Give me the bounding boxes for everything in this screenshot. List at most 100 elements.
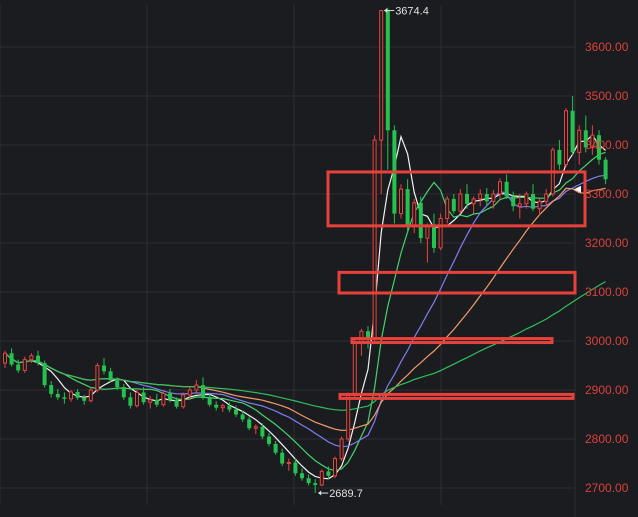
candle-body bbox=[385, 10, 390, 131]
candle-body bbox=[418, 202, 423, 239]
candle-body bbox=[168, 393, 172, 400]
annotation-high-label: 3674.4 bbox=[395, 6, 429, 18]
candle-body bbox=[432, 225, 436, 248]
candle[interactable] bbox=[372, 135, 377, 341]
candle-body bbox=[445, 198, 450, 219]
candle-body bbox=[247, 419, 252, 429]
candle-body bbox=[524, 193, 529, 205]
candle[interactable] bbox=[319, 469, 324, 487]
candle[interactable] bbox=[339, 436, 344, 462]
candle[interactable] bbox=[392, 125, 397, 224]
candle-body bbox=[379, 10, 384, 141]
candle-body bbox=[141, 392, 146, 403]
candle-body bbox=[69, 391, 73, 400]
y-tick-label: 2900.00 bbox=[585, 383, 629, 397]
candle-body bbox=[339, 438, 344, 460]
candle-body bbox=[49, 385, 54, 394]
candle-body bbox=[181, 394, 186, 408]
candle-body bbox=[326, 471, 331, 476]
candle-body bbox=[306, 478, 311, 484]
y-tick-label: 3500.00 bbox=[585, 89, 629, 103]
candle-body bbox=[267, 436, 271, 444]
candle[interactable] bbox=[161, 390, 166, 407]
candle-body bbox=[161, 392, 166, 406]
y-tick-label: 3400.00 bbox=[585, 138, 629, 152]
candle-body bbox=[75, 391, 80, 398]
candle-body bbox=[504, 181, 509, 197]
candle-body bbox=[319, 470, 324, 486]
candle-body bbox=[399, 188, 403, 215]
y-tick-label: 3600.00 bbox=[585, 40, 629, 54]
candle-body bbox=[333, 458, 337, 477]
candlestick-chart[interactable]: 3674.4 2689.7 2700.00 2800.00 2900.00 3000.0… bbox=[0, 0, 638, 517]
candle-body bbox=[517, 203, 522, 207]
candle-body bbox=[42, 363, 47, 386]
candle[interactable] bbox=[399, 184, 403, 219]
candle-body bbox=[55, 393, 60, 398]
candle-body bbox=[372, 139, 377, 340]
candle-body bbox=[273, 443, 278, 453]
candle-body bbox=[531, 194, 535, 209]
candle[interactable] bbox=[181, 392, 186, 409]
candle-body bbox=[227, 405, 232, 410]
candle-body bbox=[240, 414, 245, 420]
candle[interactable] bbox=[42, 360, 47, 388]
candle[interactable] bbox=[95, 363, 100, 393]
candle-body bbox=[82, 397, 87, 401]
candle-body bbox=[174, 399, 179, 407]
candle-body bbox=[187, 389, 192, 396]
y-tick-label: 2700.00 bbox=[585, 481, 629, 495]
candle-body bbox=[3, 352, 7, 364]
candle-body bbox=[201, 385, 205, 398]
candle-body bbox=[603, 159, 608, 180]
candle[interactable] bbox=[564, 108, 568, 168]
candle-body bbox=[148, 399, 153, 403]
candle-body bbox=[280, 452, 285, 464]
candle-body bbox=[260, 426, 265, 437]
candle-body bbox=[234, 409, 238, 415]
candle-body bbox=[36, 355, 40, 364]
candle[interactable] bbox=[352, 338, 357, 398]
y-tick-label: 3200.00 bbox=[585, 236, 629, 250]
candle-body bbox=[484, 194, 489, 202]
candle-body bbox=[346, 394, 351, 440]
candle-body bbox=[207, 397, 212, 405]
candle[interactable] bbox=[333, 456, 337, 479]
candle-body bbox=[570, 110, 575, 153]
candle-body bbox=[537, 200, 542, 210]
candle-body bbox=[102, 365, 106, 372]
candle-body bbox=[22, 359, 27, 371]
candle-body bbox=[458, 193, 463, 212]
candle[interactable] bbox=[418, 196, 423, 243]
candle-body bbox=[491, 193, 496, 202]
candle-body bbox=[577, 129, 582, 153]
candle-body bbox=[95, 365, 100, 391]
candle-body bbox=[465, 194, 469, 204]
y-tick-label: 3000.00 bbox=[585, 334, 629, 348]
candle-body bbox=[544, 193, 549, 202]
candle-body bbox=[293, 462, 298, 474]
y-tick-label: 3300.00 bbox=[585, 187, 629, 201]
candle-body bbox=[313, 483, 318, 486]
candle-body bbox=[564, 110, 568, 166]
candle-body bbox=[16, 364, 21, 371]
candle[interactable] bbox=[88, 387, 93, 403]
y-tick-label: 3100.00 bbox=[585, 285, 629, 299]
candle-body bbox=[115, 380, 120, 388]
candle-body bbox=[194, 384, 199, 391]
candle-body bbox=[220, 405, 225, 409]
candle-body bbox=[108, 371, 113, 381]
candle-body bbox=[286, 462, 291, 465]
candle-body bbox=[405, 189, 410, 226]
chart-container: 3674.4 2689.7 2700.00 2800.00 2900.00 3000.0… bbox=[0, 0, 638, 517]
candle-body bbox=[9, 353, 14, 365]
candle-body bbox=[511, 196, 516, 207]
candle-body bbox=[214, 404, 219, 408]
y-tick-label: 2800.00 bbox=[585, 432, 629, 446]
candle[interactable] bbox=[135, 390, 139, 408]
candle-body bbox=[352, 342, 357, 396]
candle-body bbox=[412, 202, 417, 227]
candle[interactable] bbox=[438, 213, 443, 251]
candle-body bbox=[121, 387, 126, 398]
candle-body bbox=[451, 198, 456, 212]
